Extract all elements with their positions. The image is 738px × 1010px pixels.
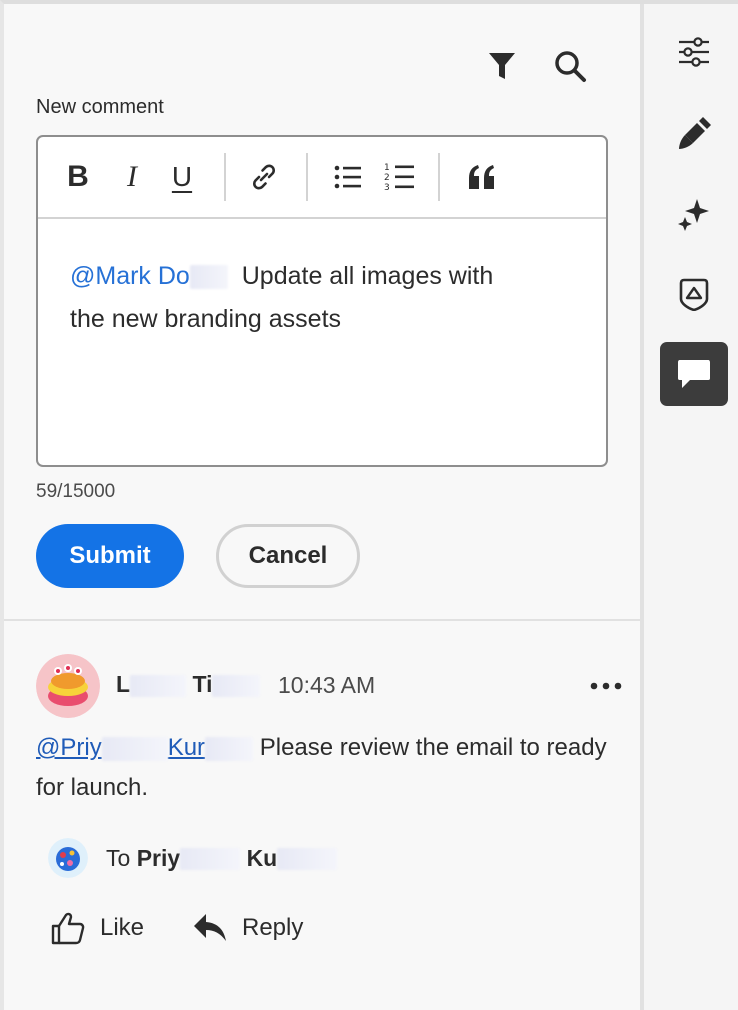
toolbar-separator — [438, 153, 440, 201]
editor-content[interactable]: @Mark Do Update all images with the new … — [70, 255, 590, 341]
author-last-name: Ti — [192, 671, 213, 697]
properties-icon[interactable] — [660, 20, 728, 84]
reply-icon — [194, 914, 226, 941]
recipient-row: To Priy Ku — [48, 836, 338, 880]
to-prefix: To — [106, 844, 131, 871]
formatting-toolbar: B I U 123 — [38, 137, 606, 219]
sparkle-icon[interactable] — [660, 182, 728, 246]
svg-text:1: 1 — [384, 163, 390, 173]
bullet-list-icon[interactable] — [328, 155, 368, 199]
toolbar-separator — [306, 153, 308, 201]
thumbs-up-icon — [51, 912, 85, 945]
mention-part: @Priy — [36, 734, 102, 761]
numbered-list-icon[interactable]: 123 — [380, 155, 420, 199]
recipient-last: Ku — [246, 844, 278, 871]
recipient-first: Priy — [136, 844, 181, 871]
svg-text:2: 2 — [384, 173, 390, 183]
comment-author: L Ti — [116, 671, 261, 698]
reply-label: Reply — [242, 914, 304, 941]
quote-icon[interactable] — [460, 155, 504, 199]
underline-button[interactable]: U — [164, 155, 200, 199]
brush-icon[interactable] — [660, 102, 728, 166]
search-icon[interactable] — [552, 48, 588, 84]
redacted-text — [180, 848, 241, 871]
editor-text-line2: the new branding assets — [70, 305, 342, 333]
author-first-name: L — [116, 671, 131, 697]
editor-text-line1: Update all images with — [241, 262, 494, 290]
more-icon[interactable] — [584, 670, 628, 702]
asset-icon[interactable] — [660, 262, 728, 326]
avatar — [36, 654, 100, 718]
like-button[interactable]: Like — [50, 906, 144, 950]
submit-button[interactable]: Submit — [36, 524, 184, 588]
italic-button[interactable]: I — [114, 155, 150, 199]
comment-editor[interactable]: B I U 123 @Mark Do Update all images wit… — [36, 135, 608, 467]
link-icon[interactable] — [244, 155, 284, 199]
redacted-text — [212, 674, 261, 697]
redacted-text — [277, 848, 338, 871]
comment-body: @Priy Kur Please review the email to read… — [36, 728, 636, 808]
recipient-avatar — [48, 838, 88, 878]
mention-link[interactable]: @Priy Kur — [36, 734, 254, 761]
redacted-text — [130, 674, 187, 697]
reply-button[interactable]: Reply — [192, 906, 303, 950]
comment-text-line2: for launch. — [36, 774, 149, 801]
bold-button[interactable]: B — [60, 155, 96, 199]
redacted-text — [189, 265, 228, 290]
comment-timestamp: 10:43 AM — [278, 672, 376, 698]
new-comment-label: New comment — [36, 96, 164, 118]
comments-icon[interactable] — [660, 342, 728, 406]
redacted-text — [205, 736, 254, 761]
section-divider — [4, 619, 641, 621]
toolbar-separator — [224, 153, 226, 201]
like-label: Like — [100, 914, 145, 941]
mention-part: Kur — [167, 734, 206, 761]
cancel-button[interactable]: Cancel — [216, 524, 360, 588]
mention-link[interactable]: @Mark Do — [70, 262, 190, 290]
recipient-text: To Priy Ku — [106, 844, 338, 872]
character-count: 59/15000 — [36, 481, 116, 502]
filter-icon[interactable] — [484, 48, 520, 84]
comment-text: Please review the email to ready — [259, 734, 607, 761]
svg-text:3: 3 — [384, 183, 390, 193]
redacted-text — [101, 736, 168, 761]
